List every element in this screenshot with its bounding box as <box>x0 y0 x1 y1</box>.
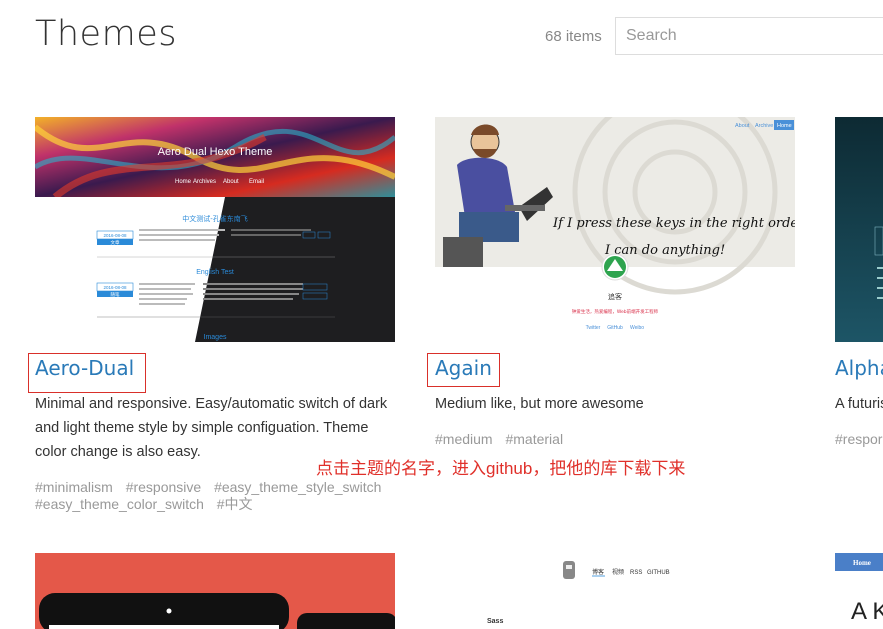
preview2-nav-rss: RSS <box>630 570 642 576</box>
tag-link[interactable]: #medium <box>435 431 493 447</box>
preview-tag-1: 文章 <box>111 239 120 246</box>
tag-link[interactable]: #easy_theme_color_switch <box>35 496 204 512</box>
aero-dual-preview-image: Aero Dual Hexo Theme Home Archives About… <box>35 117 395 342</box>
search-input[interactable] <box>615 17 883 55</box>
theme-thumbnail-row2-1[interactable] <box>35 553 395 629</box>
theme-thumbnail-alpha[interactable] <box>835 117 883 342</box>
theme-description-again: Medium like, but more awesome <box>435 396 644 412</box>
preview-nav-archive: Archive <box>755 123 773 129</box>
tag-link[interactable]: #minimalism <box>35 479 113 495</box>
theme-tags-alpha: #respor <box>835 431 883 448</box>
page-title: Themes <box>35 14 177 54</box>
theme-tags-aero-dual: #minimalism #responsive #easy_theme_styl… <box>35 479 400 513</box>
tag-link[interactable]: #material <box>505 431 563 447</box>
row2-preview-image-3: Home A K <box>835 553 883 625</box>
tag-link[interactable]: #responsive <box>126 479 202 495</box>
preview3-nav-home: Home <box>853 559 871 567</box>
preview-nav-email: Email <box>249 179 264 185</box>
preview-heading-images: Images <box>204 334 227 341</box>
preview-date-2: 2016-08-08 <box>103 285 127 290</box>
row2-preview-image-2: 博客 视频 RSS GITHUB Sass <box>435 553 795 629</box>
theme-thumbnail-row2-3[interactable]: Home A K <box>835 553 883 629</box>
preview-nav-about: About <box>223 179 239 185</box>
preview-date-1: 2016-08-08 <box>103 233 127 238</box>
preview-heading-en: English Test <box>196 269 234 276</box>
preview-author: 追客 <box>608 292 622 301</box>
preview-tag-2: 随笔 <box>111 291 120 298</box>
theme-count: 68 items <box>545 28 602 45</box>
preview3-heading: A K <box>851 598 883 625</box>
preview-link-weibo: Weibo <box>630 325 644 331</box>
preview-subtitle: 钟爱生活，热爱编程，Web前端开发工程师 <box>572 308 659 315</box>
theme-thumbnail-again[interactable]: If I press these keys in the right order… <box>435 117 795 342</box>
theme-tags-again: #medium #material <box>435 431 800 448</box>
preview2-nav-video: 视频 <box>612 568 624 576</box>
preview2-nav-github: GITHUB <box>647 570 670 576</box>
theme-name-link-again[interactable]: Again <box>435 356 492 380</box>
preview2-nav-blog: 博客 <box>592 568 604 576</box>
tag-link[interactable]: #中文 <box>217 496 253 512</box>
preview-nav-home: Home <box>777 123 792 129</box>
theme-name-link-alpha[interactable]: Alpha <box>835 356 883 380</box>
row2-preview-image-1 <box>35 553 395 629</box>
theme-description-alpha: A futuris <box>835 396 883 412</box>
tag-link[interactable]: #easy_theme_style_switch <box>214 479 381 495</box>
theme-thumbnail-aero-dual[interactable]: Aero Dual Hexo Theme Home Archives About… <box>35 117 395 342</box>
again-preview-image: If I press these keys in the right order… <box>435 117 795 331</box>
preview-link-github: GitHub <box>607 325 623 331</box>
theme-thumbnail-row2-2[interactable]: 博客 视频 RSS GITHUB Sass <box>435 553 795 629</box>
instruction-annotation: 点击主题的名字，进入github，把他的库下载下来 <box>316 459 686 478</box>
preview-link-twitter: Twitter <box>586 325 601 331</box>
preview-nav-home: Home <box>175 179 192 185</box>
preview2-label: Sass <box>487 618 503 625</box>
alpha-preview-image <box>835 117 883 342</box>
tag-link[interactable]: #respor <box>835 431 882 447</box>
preview-banner-title: Aero Dual Hexo Theme <box>158 146 273 158</box>
preview-quote-line-1: If I press these keys in the right order… <box>552 216 795 231</box>
theme-name-link-aero-dual[interactable]: Aero-Dual <box>35 356 134 380</box>
preview-heading-cn: 中文测试-孔雀东南飞 <box>182 214 248 223</box>
preview-nav-about: About <box>735 123 750 129</box>
preview-nav-archives: Archives <box>193 179 216 185</box>
